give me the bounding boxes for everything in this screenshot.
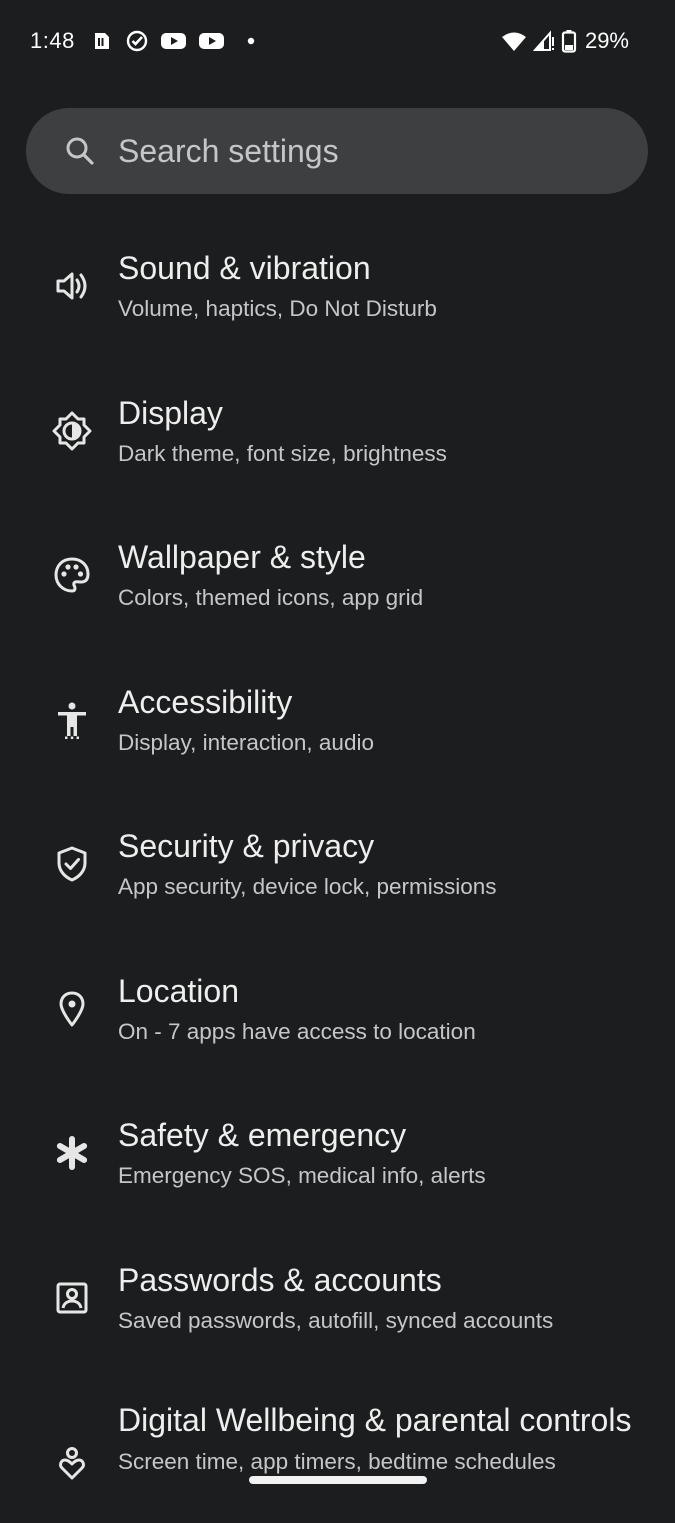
setting-text: Display Dark theme, font size, brightnes… (118, 393, 638, 469)
setting-text: Digital Wellbeing & parental controls Sc… (118, 1400, 638, 1477)
setting-text: Security & privacy App security, device … (118, 826, 638, 902)
location-pin-icon (59, 991, 85, 1026)
account-box-icon (56, 1282, 88, 1313)
status-left: 1:48 (30, 28, 258, 54)
setting-title: Passwords & accounts (118, 1261, 442, 1298)
setting-subtitle: On - 7 apps have access to location (118, 1018, 476, 1044)
dot-icon (247, 37, 255, 45)
shield-check-icon (57, 846, 87, 882)
setting-subtitle: App security, device lock, permissions (118, 874, 497, 899)
setting-title: Safety & emergency (118, 1117, 407, 1153)
setting-wallpaper-style[interactable]: Wallpaper & style Colors, themed icons, … (0, 511, 675, 656)
palette-icon (54, 557, 90, 593)
setting-title: Digital Wellbeing & parental controls (118, 1402, 632, 1438)
asterisk-icon (56, 1136, 88, 1170)
youtube-icon (160, 33, 186, 49)
wifi-icon (501, 32, 526, 51)
setting-location[interactable]: Location On - 7 apps have access to loca… (0, 945, 675, 1090)
youtube-icon (198, 33, 224, 49)
setting-title: Display (118, 394, 223, 431)
setting-subtitle: Volume, haptics, Do Not Disturb (118, 296, 437, 321)
setting-accessibility[interactable]: Accessibility Display, interaction, audi… (0, 656, 675, 801)
setting-text: Wallpaper & style Colors, themed icons, … (118, 537, 638, 613)
brightness-icon (52, 411, 92, 450)
setting-title: Sound & vibration (118, 250, 371, 286)
battery-icon (561, 30, 577, 53)
setting-safety-emergency[interactable]: Safety & emergency Emergency SOS, medica… (0, 1089, 675, 1234)
status-time: 1:48 (30, 28, 75, 53)
check-circle-icon (126, 30, 148, 52)
setting-security-privacy[interactable]: Security & privacy App security, device … (0, 800, 675, 945)
setting-title: Accessibility (118, 683, 293, 720)
signal-icon (532, 30, 554, 51)
accessibility-icon (58, 702, 86, 739)
setting-text: Location On - 7 apps have access to loca… (118, 971, 638, 1047)
setting-digital-wellbeing[interactable]: Digital Wellbeing & parental controls Sc… (0, 1378, 675, 1523)
gesture-nav-handle[interactable] (249, 1476, 427, 1484)
search-bar[interactable]: Search settings (26, 108, 648, 194)
setting-sound-vibration[interactable]: Sound & vibration Volume, haptics, Do No… (0, 222, 675, 367)
setting-text: Accessibility Display, interaction, audi… (118, 682, 638, 758)
setting-display[interactable]: Display Dark theme, font size, brightnes… (0, 367, 675, 512)
setting-text: Safety & emergency Emergency SOS, medica… (118, 1115, 638, 1191)
search-icon (66, 137, 94, 165)
settings-list: Sound & vibration Volume, haptics, Do No… (0, 222, 675, 1523)
setting-title: Security & privacy (118, 828, 375, 864)
setting-title: Wallpaper & style (118, 539, 366, 575)
status-right: 29% (501, 28, 629, 54)
volume-icon (56, 272, 87, 300)
setting-text: Passwords & accounts Saved passwords, au… (118, 1260, 638, 1336)
setting-subtitle: Saved passwords, autofill, synced accoun… (118, 1307, 554, 1333)
search-placeholder: Search settings (118, 132, 339, 169)
setting-subtitle: Display, interaction, audio (118, 729, 374, 755)
setting-subtitle: Emergency SOS, medical info, alerts (118, 1163, 486, 1188)
battery-percent: 29% (584, 28, 629, 53)
setting-text: Sound & vibration Volume, haptics, Do No… (118, 248, 638, 324)
sim-card-icon (94, 33, 109, 49)
setting-subtitle: Screen time, app timers, bedtime schedul… (118, 1449, 556, 1474)
status-bar: 1:48 29% (0, 0, 675, 84)
setting-subtitle: Colors, themed icons, app grid (118, 585, 424, 610)
wellbeing-icon (59, 1447, 85, 1480)
setting-title: Location (118, 972, 239, 1009)
setting-passwords-accounts[interactable]: Passwords & accounts Saved passwords, au… (0, 1234, 675, 1379)
setting-subtitle: Dark theme, font size, brightness (118, 440, 447, 466)
